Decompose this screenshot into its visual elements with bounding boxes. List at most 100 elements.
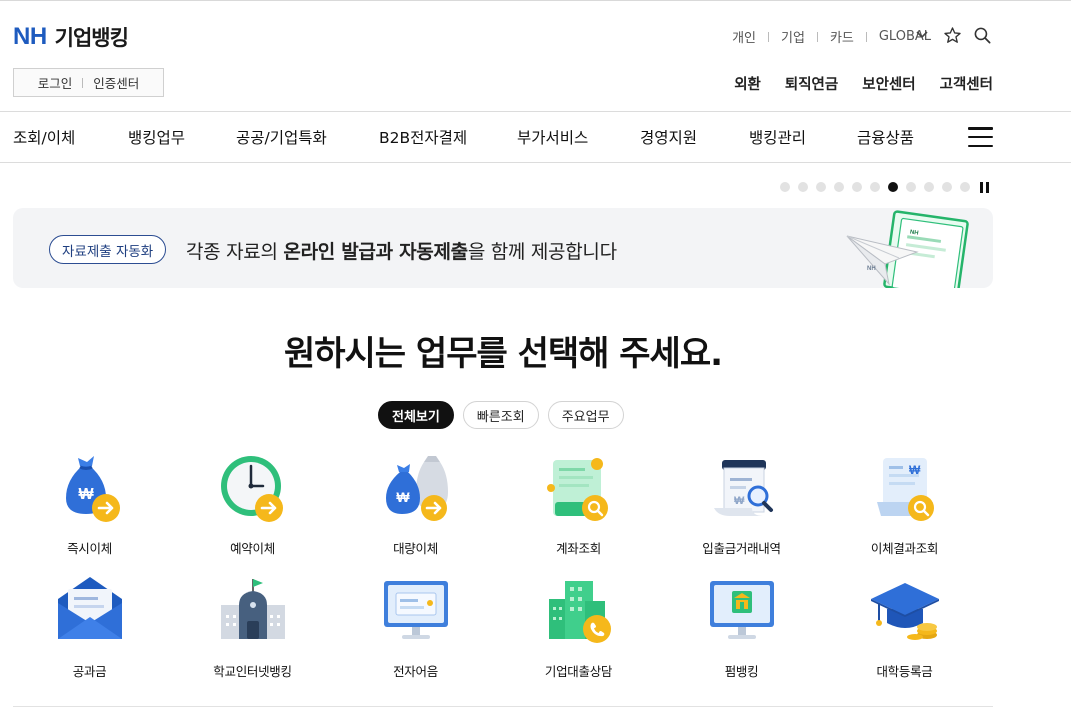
carousel-dot[interactable] xyxy=(834,182,844,192)
svg-text:₩: ₩ xyxy=(734,495,745,507)
nav-item-products[interactable]: 금융상품 xyxy=(857,126,914,148)
page-title: 원하시는 업무를 선택해 주세요. xyxy=(283,334,723,374)
passbook-search-icon xyxy=(537,446,621,530)
hamburger-menu-icon[interactable] xyxy=(968,127,993,147)
monitor-document-icon xyxy=(374,569,458,653)
receipt-magnifier-icon: ₩ xyxy=(700,446,784,530)
nav-item-banking[interactable]: 뱅킹업무 xyxy=(128,126,185,148)
carousel-indicators xyxy=(780,182,970,192)
service-electronic-bill[interactable]: 전자어음 xyxy=(334,569,497,692)
divider xyxy=(768,31,770,42)
carousel-dot[interactable] xyxy=(960,182,970,192)
service-label: 대학등록금 xyxy=(876,664,933,679)
divider xyxy=(82,77,84,88)
nav-top-border xyxy=(0,111,1071,112)
svg-text:₩: ₩ xyxy=(909,463,921,477)
util-link-business[interactable]: 기업 xyxy=(781,27,805,46)
service-label: 공과금 xyxy=(72,664,107,679)
carousel-dot[interactable] xyxy=(924,182,934,192)
top-border xyxy=(0,0,1071,1)
service-label: 이체결과조회 xyxy=(870,541,939,556)
svg-text:NH: NH xyxy=(867,266,876,272)
svg-text:NH: NH xyxy=(909,230,918,237)
pause-icon[interactable] xyxy=(980,182,989,193)
carousel-dot[interactable] xyxy=(780,182,790,192)
quick-link-security[interactable]: 보안센터 xyxy=(862,73,915,94)
nav-item-inquiry-transfer[interactable]: 조회/이체 xyxy=(13,126,75,148)
quick-links: 외환 퇴직연금 보안센터 고객센터 xyxy=(734,73,993,94)
service-transaction-history[interactable]: ₩ 입출금거래내역 xyxy=(660,446,823,569)
service-account-inquiry[interactable]: 계좌조회 xyxy=(497,446,660,569)
banner-text: 각종 자료의 온라인 발급과 자동제출을 함께 제공합니다 xyxy=(186,241,617,263)
service-label: 학교인터넷뱅킹 xyxy=(213,664,292,679)
quick-link-pension[interactable]: 퇴직연금 xyxy=(785,73,838,94)
chevron-down-icon[interactable] xyxy=(912,25,932,45)
nav-item-b2b[interactable]: B2B전자결제 xyxy=(379,126,467,148)
school-building-icon xyxy=(211,569,295,653)
service-firm-banking[interactable]: 펌뱅킹 xyxy=(660,569,823,692)
util-link-card[interactable]: 카드 xyxy=(830,27,854,46)
service-transfer-result[interactable]: ₩ 이체결과조회 xyxy=(823,446,986,569)
quick-link-support[interactable]: 고객센터 xyxy=(940,73,993,94)
monitor-bank-icon xyxy=(700,569,784,653)
logo-name: 기업뱅킹 xyxy=(54,26,129,50)
service-tuition[interactable]: 대학등록금 xyxy=(823,569,986,692)
service-corporate-loan[interactable]: 기업대출상담 xyxy=(497,569,660,692)
service-label: 대량이체 xyxy=(393,541,438,556)
service-label: 전자어음 xyxy=(393,664,438,679)
carousel-dot[interactable] xyxy=(888,182,898,192)
service-school-banking[interactable]: 학교인터넷뱅킹 xyxy=(171,569,334,692)
auth-box: 로그인 인증센터 xyxy=(13,68,164,97)
brand-logo[interactable]: NH 기업뱅킹 xyxy=(13,22,129,52)
service-row: 공과금 학교인터넷뱅킹 전자어음 기업대출상담 펌뱅킹 대학등록금 xyxy=(8,569,988,692)
promo-banner[interactable]: 자료제출 자동화 각종 자료의 온라인 발급과 자동제출을 함께 제공합니다 N… xyxy=(13,208,993,288)
service-grid: ₩ 즉시이체 예약이체 ₩ 대량이체 계좌조회 ₩ 입출금거래내역 ₩ 이체결과… xyxy=(8,446,988,692)
service-row: ₩ 즉시이체 예약이체 ₩ 대량이체 계좌조회 ₩ 입출금거래내역 ₩ 이체결과… xyxy=(8,446,988,569)
svg-text:₩: ₩ xyxy=(396,489,410,505)
money-bag-arrow-icon: ₩ xyxy=(48,446,132,530)
content-divider xyxy=(13,706,993,707)
login-link[interactable]: 로그인 xyxy=(38,73,73,92)
quick-link-forex[interactable]: 외환 xyxy=(734,73,761,94)
service-label: 예약이체 xyxy=(230,541,275,556)
cert-center-link[interactable]: 인증센터 xyxy=(93,73,139,92)
nav-item-management[interactable]: 경영지원 xyxy=(640,126,697,148)
tab-all[interactable]: 전체보기 xyxy=(378,401,454,429)
service-utility-bills[interactable]: 공과금 xyxy=(8,569,171,692)
carousel-dot[interactable] xyxy=(816,182,826,192)
service-label: 계좌조회 xyxy=(556,541,601,556)
carousel-dot[interactable] xyxy=(870,182,880,192)
logo-mark: NH xyxy=(13,23,47,50)
carousel-dot[interactable] xyxy=(798,182,808,192)
service-scheduled-transfer[interactable]: 예약이체 xyxy=(171,446,334,569)
nav-item-additional[interactable]: 부가서비스 xyxy=(517,126,588,148)
svg-text:₩: ₩ xyxy=(78,486,94,503)
nav-item-public-corporate[interactable]: 공공/기업특화 xyxy=(236,126,327,148)
tab-main-tasks[interactable]: 주요업무 xyxy=(547,401,624,429)
carousel-dot[interactable] xyxy=(942,182,952,192)
nav-item-banking-admin[interactable]: 뱅킹관리 xyxy=(749,126,806,148)
paper-plane-document-illustration: NH NH xyxy=(843,210,983,288)
service-bulk-transfer[interactable]: ₩ 대량이체 xyxy=(334,446,497,569)
banner-tag: 자료제출 자동화 xyxy=(49,235,167,264)
money-bags-arrow-icon: ₩ xyxy=(374,446,458,530)
envelope-icon xyxy=(48,569,132,653)
graduation-cap-icon xyxy=(863,569,947,653)
document-search-icon: ₩ xyxy=(863,446,947,530)
clock-arrow-icon xyxy=(211,446,295,530)
service-label: 기업대출상담 xyxy=(544,664,613,679)
star-icon[interactable] xyxy=(942,25,962,45)
utility-nav: 개인 기업 카드 GLOBAL xyxy=(732,27,931,46)
tab-quick-inquiry[interactable]: 빠른조회 xyxy=(462,401,539,429)
nav-bottom-border xyxy=(0,162,1071,163)
service-instant-transfer[interactable]: ₩ 즉시이체 xyxy=(8,446,171,569)
search-icon[interactable] xyxy=(972,25,992,45)
service-label: 즉시이체 xyxy=(67,541,112,556)
divider xyxy=(865,31,867,42)
util-link-personal[interactable]: 개인 xyxy=(732,27,756,46)
service-label: 펌뱅킹 xyxy=(724,664,759,679)
filter-tabs: 전체보기 빠른조회 주요업무 xyxy=(378,401,624,429)
divider xyxy=(816,31,818,42)
carousel-dot[interactable] xyxy=(906,182,916,192)
carousel-dot[interactable] xyxy=(852,182,862,192)
